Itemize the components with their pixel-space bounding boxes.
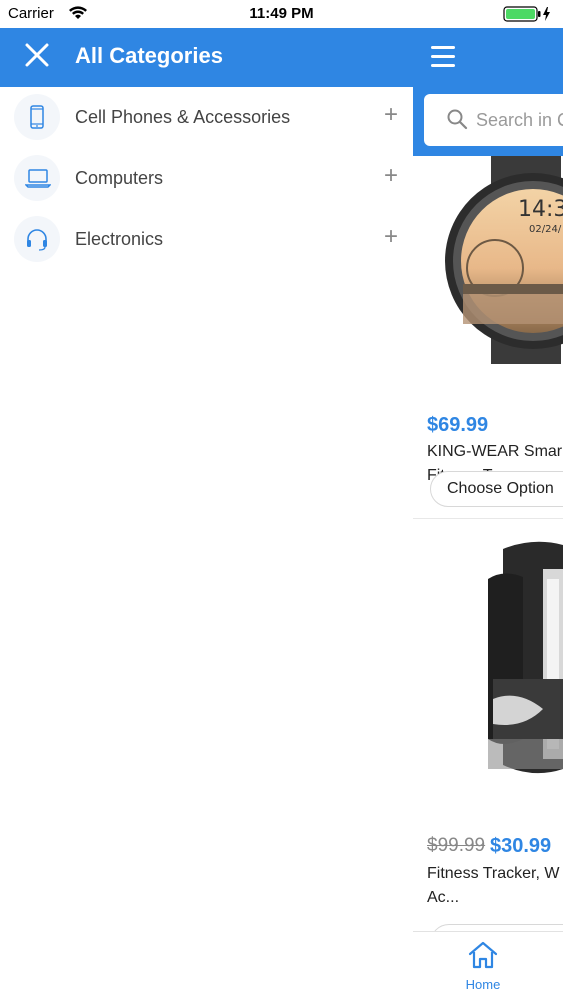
category-label: Cell Phones & Accessories [75, 107, 291, 127]
choose-option-button[interactable]: Choose Option [430, 471, 563, 507]
laptop-icon [14, 155, 60, 201]
expand-icon[interactable]: + [384, 103, 398, 127]
headphones-icon [14, 216, 60, 262]
category-item-cell-phones[interactable]: Cell Phones & Accessories + [0, 87, 413, 148]
product-price: $69.99 [427, 414, 489, 436]
menu-icon[interactable] [431, 46, 455, 68]
category-label: Electronics [75, 229, 164, 249]
expand-icon[interactable]: + [384, 225, 398, 249]
product-title[interactable]: Fitness Tracker, W Ac... [427, 862, 563, 910]
close-icon[interactable] [24, 42, 50, 68]
product-title-line-1: Fitness Tracker, W [427, 865, 560, 882]
product-title-line-1: KING-WEAR Smar [427, 443, 563, 460]
product-card[interactable]: $99.99 $30.99 Fitness Tracker, W Ac... [413, 519, 563, 939]
category-drawer: All Categories Cell Phones & Accessories… [0, 28, 413, 1000]
tab-home[interactable]: Home [463, 940, 503, 992]
main-header [413, 28, 563, 156]
expand-icon[interactable]: + [384, 164, 398, 188]
search-icon [446, 108, 468, 135]
product-image-fitness-tracker[interactable] [463, 539, 563, 779]
category-list: Cell Phones & Accessories + Computers + [0, 87, 413, 270]
category-item-computers[interactable]: Computers + [0, 148, 413, 209]
watch-date: 02/24/ [529, 224, 562, 235]
product-image-smartwatch[interactable]: 14:3 02/24/ [443, 156, 563, 366]
search-input[interactable] [474, 106, 563, 134]
category-item-electronics[interactable]: Electronics + [0, 209, 413, 270]
status-bar: Carrier 11:49 PM [0, 0, 563, 28]
phone-icon [14, 94, 60, 140]
drawer-title: All Categories [75, 43, 223, 68]
product-card[interactable]: 14:3 02/24/ $69.99 KING-WEAR Smar Fitnes… [413, 156, 563, 519]
category-label: Computers [75, 168, 164, 188]
battery-icon [503, 6, 553, 22]
tab-home-label: Home [465, 977, 501, 992]
main-content: 14:3 02/24/ $69.99 KING-WEAR Smar Fitnes… [413, 28, 563, 1000]
tab-bar: Home [413, 931, 563, 1000]
search-box[interactable] [424, 94, 563, 146]
drawer-header: All Categories [0, 28, 413, 87]
product-price: $30.99 [490, 835, 552, 857]
watch-time: 14:3 [518, 197, 563, 222]
product-old-price: $99.99 [427, 835, 486, 856]
product-title-line-2: Ac... [427, 889, 460, 906]
clock: 11:49 PM [249, 5, 314, 22]
home-icon [466, 941, 500, 974]
